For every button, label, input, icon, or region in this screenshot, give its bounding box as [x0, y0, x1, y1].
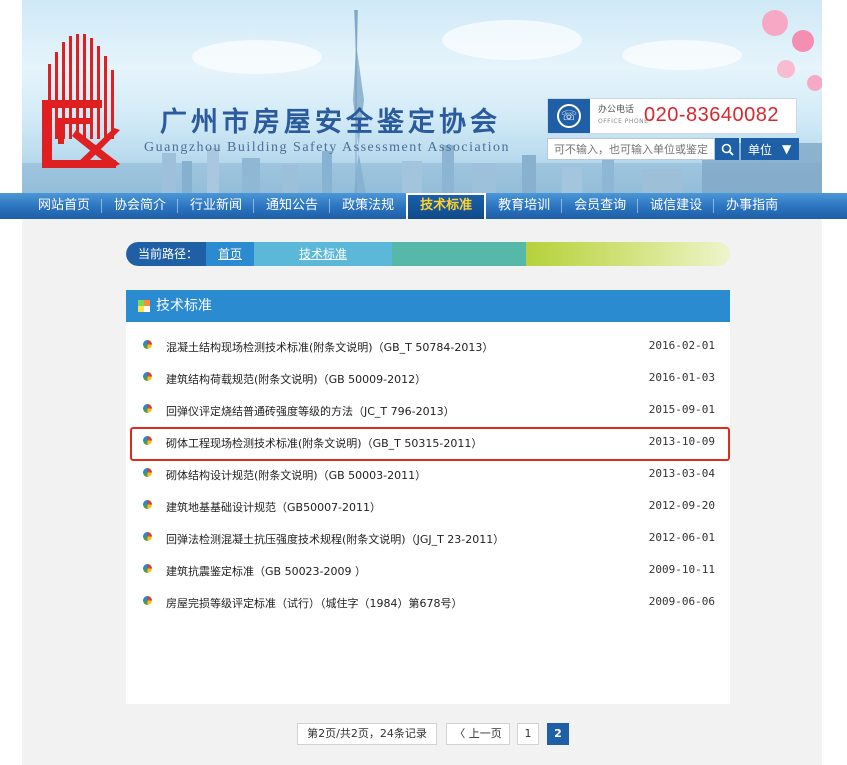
bullet-icon [143, 436, 152, 445]
breadcrumb-decoration [392, 242, 526, 266]
nav-item-guide[interactable]: 办事指南 [714, 193, 790, 219]
unit-select-label: 单位 [748, 142, 773, 157]
bullet-icon [143, 564, 152, 573]
item-date: 2012-09-20 [648, 499, 715, 512]
list-icon [138, 300, 150, 312]
nav-item-standards[interactable]: 技术标准 [406, 193, 487, 219]
item-title-link[interactable]: 建筑结构荷载规范(附条文说明)（GB 50009-2012） [166, 371, 426, 387]
site-title: 广州市房屋安全鉴定协会 [160, 107, 501, 138]
bullet-icon [143, 468, 152, 477]
phone-number: 020-83640082 [644, 104, 780, 126]
item-date: 2009-10-11 [648, 563, 715, 576]
item-title-link[interactable]: 回弹仪评定烧结普通砖强度等级的方法（JC_T 796-2013） [166, 403, 455, 419]
nav-item-integrity[interactable]: 诚信建设 [638, 193, 715, 219]
list-item[interactable]: 建筑地基基础设计规范（GB50007-2011） 2012-09-20 [126, 490, 730, 522]
item-date: 2009-06-06 [648, 595, 715, 608]
list-item[interactable]: 回弹法检测混凝土抗压强度技术规程(附条文说明)（JGJ_T 23-2011） 2… [126, 522, 730, 554]
list-item[interactable]: 回弹仪评定烧结普通砖强度等级的方法（JC_T 796-2013） 2015-09… [126, 394, 730, 426]
item-title-link[interactable]: 房屋完损等级评定标准（试行）（城住字（1984）第678号） [166, 595, 463, 611]
panel-header: 技术标准 [126, 290, 730, 322]
list-item[interactable]: 砌体结构设计规范(附条文说明)（GB 50003-2011） 2013-03-0… [126, 458, 730, 490]
nav-item-about[interactable]: 协会简介 [102, 193, 179, 219]
bullet-icon [143, 596, 152, 605]
main-nav: 网站首页 协会简介 行业新闻 通知公告 政策法规 技术标准 教育培训 会员查询 … [0, 193, 847, 219]
bullet-icon [143, 340, 152, 349]
item-date: 2016-01-03 [648, 371, 715, 384]
unit-select[interactable]: 单位 ▼ [741, 138, 799, 160]
panel-title: 技术标准 [156, 298, 212, 314]
item-title-link[interactable]: 建筑抗震鉴定标准（GB 50023-2009 ） [166, 563, 366, 579]
nav-item-home[interactable]: 网站首页 [26, 193, 103, 219]
list-item[interactable]: 建筑结构荷载规范(附条文说明)（GB 50009-2012） 2016-01-0… [126, 362, 730, 394]
phone-icon: ☏ [548, 99, 590, 133]
list-item[interactable]: 建筑抗震鉴定标准（GB 50023-2009 ） 2009-10-11 [126, 554, 730, 586]
item-date: 2012-06-01 [648, 531, 715, 544]
nav-item-training[interactable]: 教育培训 [486, 193, 563, 219]
page: 广州市房屋安全鉴定协会 Guangzhou Building Safety As… [0, 0, 847, 765]
pagination-summary: 第2页/共2页，24条记录 [297, 723, 437, 745]
site-subtitle: Guangzhou Building Safety Assessment Ass… [144, 140, 510, 155]
search-input[interactable] [547, 138, 715, 160]
item-date: 2015-09-01 [648, 403, 715, 416]
item-title-link[interactable]: 回弹法检测混凝土抗压强度技术规程(附条文说明)（JGJ_T 23-2011） [166, 531, 504, 547]
bullet-icon [143, 372, 152, 381]
nav-item-notices[interactable]: 通知公告 [254, 193, 331, 219]
item-title-link[interactable]: 砌体工程现场检测技术标准(附条文说明)（GB_T 50315-2011） [166, 435, 482, 451]
breadcrumb: 当前路径： 首页 技术标准 [126, 242, 730, 266]
item-date: 2016-02-01 [648, 339, 715, 352]
breadcrumb-current-link[interactable]: 技术标准 [254, 242, 392, 266]
standards-list: 混凝土结构现场检测技术标准(附条文说明)（GB_T 50784-2013） 20… [126, 330, 730, 618]
association-logo [42, 34, 120, 168]
item-title-link[interactable]: 砌体结构设计规范(附条文说明)（GB 50003-2011） [166, 467, 426, 483]
search-button[interactable] [715, 138, 739, 160]
prev-page-button[interactable]: 〈 上一页 [446, 723, 510, 745]
page-1-button[interactable]: 1 [517, 723, 539, 745]
breadcrumb-home-link[interactable]: 首页 [206, 242, 254, 266]
list-item-highlighted[interactable]: 砌体工程现场检测技术标准(附条文说明)（GB_T 50315-2011） 201… [126, 426, 730, 461]
item-date: 2013-03-04 [648, 467, 715, 480]
item-title-link[interactable]: 混凝土结构现场检测技术标准(附条文说明)（GB_T 50784-2013） [166, 339, 493, 355]
breadcrumb-decoration-end [526, 242, 730, 266]
list-item[interactable]: 混凝土结构现场检测技术标准(附条文说明)（GB_T 50784-2013） 20… [126, 330, 730, 362]
bullet-icon [143, 500, 152, 509]
item-date: 2013-10-09 [648, 435, 715, 448]
list-item[interactable]: 房屋完损等级评定标准（试行）（城住字（1984）第678号） 2009-06-0… [126, 586, 730, 618]
standards-panel: 技术标准 混凝土结构现场检测技术标准(附条文说明)（GB_T 50784-201… [126, 290, 730, 704]
phone-label: 办公电话 OFFICE PHONE [598, 105, 649, 125]
search-bar: 单位 ▼ [547, 138, 799, 160]
bullet-icon [143, 532, 152, 541]
search-icon [721, 143, 734, 156]
office-phone-box: ☏ 办公电话 OFFICE PHONE 020-83640082 [547, 98, 797, 134]
dropdown-arrow-icon: ▼ [782, 142, 792, 156]
page-2-button[interactable]: 2 [547, 723, 569, 745]
item-title-link[interactable]: 建筑地基基础设计规范（GB50007-2011） [166, 499, 381, 515]
nav-item-policies[interactable]: 政策法规 [330, 193, 406, 219]
nav-item-members[interactable]: 会员查询 [562, 193, 639, 219]
bullet-icon [143, 404, 152, 413]
header-banner: 广州市房屋安全鉴定协会 Guangzhou Building Safety As… [22, 0, 822, 193]
breadcrumb-label: 当前路径： [126, 242, 206, 266]
nav-item-news[interactable]: 行业新闻 [178, 193, 255, 219]
